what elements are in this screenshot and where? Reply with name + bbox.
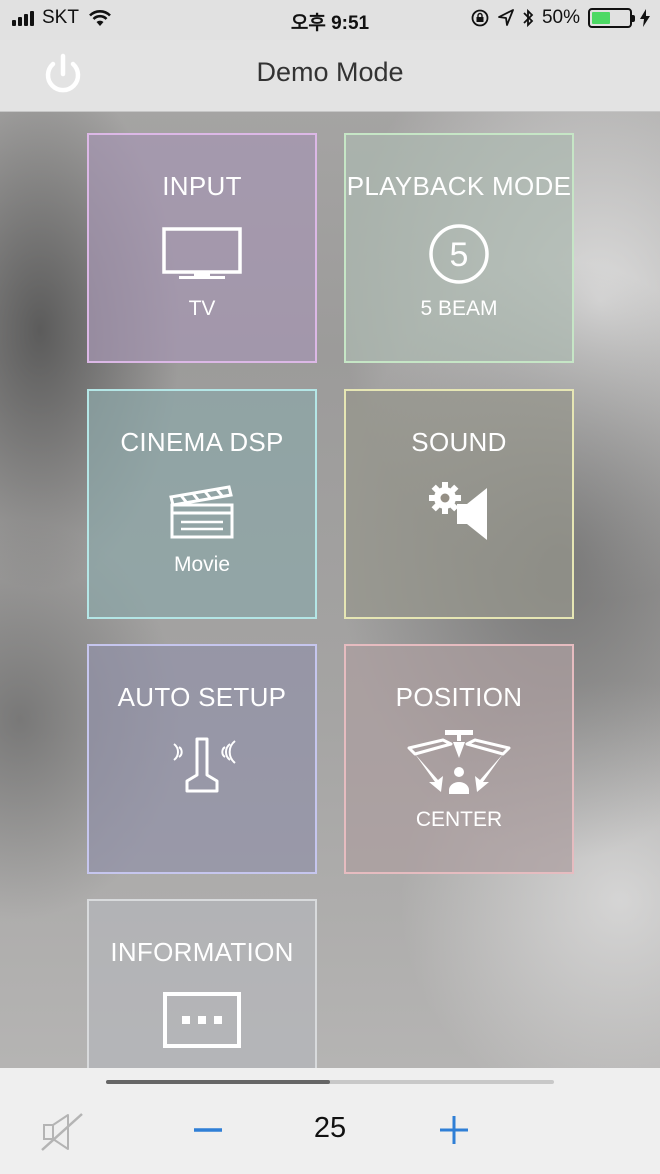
- minus-icon: [194, 1128, 222, 1132]
- tile-title: CINEMA DSP: [120, 427, 284, 457]
- volume-slider[interactable]: [106, 1080, 554, 1084]
- sound-tile[interactable]: SOUND: [344, 389, 574, 619]
- volume-slider-fill: [106, 1080, 330, 1084]
- mute-speaker-icon: [41, 1113, 83, 1151]
- status-right: 50%: [470, 7, 650, 29]
- listener-position-icon: [407, 730, 511, 794]
- tile-value: Movie: [173, 553, 231, 576]
- orientation-lock-icon: [471, 9, 489, 27]
- location-arrow-icon: [498, 9, 514, 26]
- battery-icon: [588, 8, 635, 28]
- bluetooth-icon: [523, 8, 534, 28]
- position-tile[interactable]: POSITION CENTER: [344, 644, 574, 874]
- navigation-bar: Demo Mode: [0, 40, 660, 112]
- tile-title: POSITION: [395, 682, 523, 712]
- tile-title: SOUND: [411, 427, 507, 457]
- tile-value: 5 BEAM: [420, 297, 498, 320]
- five-circle-icon: 5: [429, 224, 489, 284]
- information-tile[interactable]: INFORMATION: [87, 899, 317, 1069]
- tile-title: INFORMATION: [110, 937, 294, 967]
- tv-icon: [162, 227, 242, 279]
- mute-button[interactable]: [38, 1110, 86, 1154]
- auto-setup-tile[interactable]: AUTO SETUP: [87, 644, 317, 874]
- page-title: Demo Mode: [256, 57, 404, 87]
- volume-down-button[interactable]: [186, 1110, 230, 1150]
- tile-title: PLAYBACK MODE: [346, 171, 572, 201]
- volume-value: 25: [313, 1112, 347, 1144]
- five-label: 5: [450, 236, 469, 274]
- status-bar: SKT 오후 9:51 50%: [0, 0, 660, 40]
- volume-up-button[interactable]: [432, 1110, 476, 1150]
- tile-title: AUTO SETUP: [117, 682, 287, 712]
- clapperboard-icon: [169, 485, 234, 539]
- tile-value: CENTER: [415, 808, 503, 831]
- plus-icon: [440, 1116, 468, 1144]
- battery-percent: 50%: [541, 7, 580, 28]
- microphone-icon: [173, 737, 236, 793]
- gear-speaker-icon: [429, 482, 487, 540]
- tile-value: TV: [188, 297, 216, 320]
- info-dots-icon: [163, 992, 241, 1048]
- volume-bar: 25: [0, 1068, 660, 1174]
- playback-mode-tile[interactable]: PLAYBACK MODE 5 5 BEAM: [344, 133, 574, 363]
- cinema-dsp-tile[interactable]: CINEMA DSP Movie: [87, 389, 317, 619]
- tile-title: INPUT: [162, 171, 242, 201]
- charging-bolt-icon: [640, 9, 650, 27]
- input-tile[interactable]: INPUT TV: [87, 133, 317, 363]
- battery-fill: [592, 12, 610, 24]
